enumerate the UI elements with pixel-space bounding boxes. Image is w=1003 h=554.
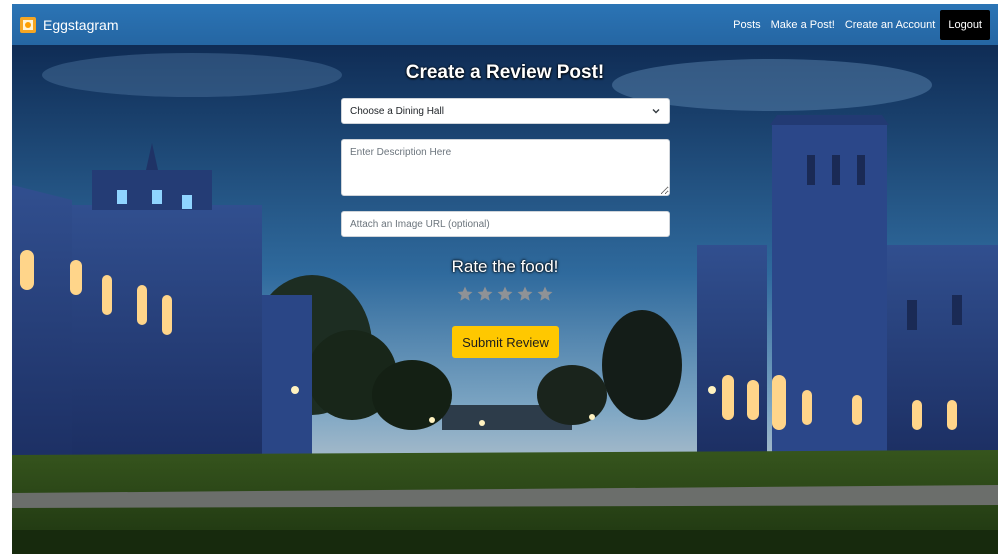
app-frame: Eggstagram Posts Make a Post! Create an … [12,4,998,554]
dining-hall-select[interactable]: Choose a Dining Hall [341,98,670,124]
rate-food-label: Rate the food! [451,257,559,276]
brand-link[interactable]: Eggstagram [20,16,119,33]
nav-link-make-a-post[interactable]: Make a Post! [771,19,835,31]
image-url-input[interactable] [341,211,670,237]
nav-link-posts[interactable]: Posts [733,19,761,31]
nav-links: Posts Make a Post! Create an Account Log… [723,9,990,40]
logout-button[interactable]: Logout [940,9,990,40]
dining-hall-selected-value: Choose a Dining Hall [350,105,444,117]
star-rating [12,285,998,308]
navbar: Eggstagram Posts Make a Post! Create an … [12,4,998,45]
chevron-down-icon [651,106,661,116]
submit-review-button[interactable]: Submit Review [452,326,559,358]
star-icon[interactable] [456,285,474,303]
brand-name: Eggstagram [43,16,119,33]
nav-link-create-account[interactable]: Create an Account [845,19,936,31]
egg-logo-icon [20,16,36,33]
star-icon[interactable] [516,285,534,303]
description-field[interactable] [341,139,670,196]
star-icon[interactable] [476,285,494,303]
star-icon[interactable] [496,285,514,303]
page-title: Create a Review Post! [405,62,605,83]
star-icon[interactable] [536,285,554,303]
